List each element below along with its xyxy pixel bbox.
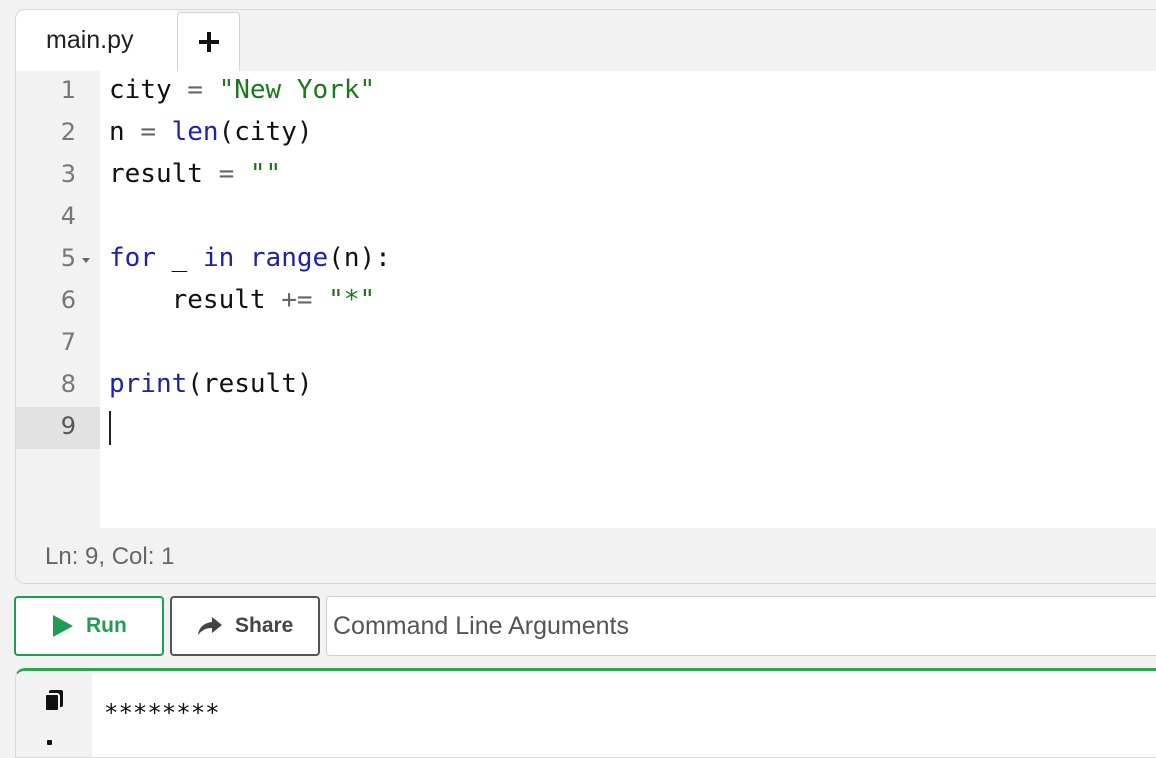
code-token: len [171, 117, 219, 147]
code-text: city = "New York" [109, 75, 375, 105]
code-line[interactable]: 4 [16, 197, 1156, 239]
code-token: result [109, 285, 282, 315]
code-token: print [109, 369, 188, 399]
code-token: = [218, 159, 235, 189]
code-text: result += "*" [109, 285, 376, 315]
code-token: for [109, 243, 156, 273]
code-line[interactable]: 3 result = "" [16, 155, 1156, 197]
output-text: ******** [104, 699, 220, 727]
line-number: 4 [60, 202, 76, 230]
code-line[interactable]: 5 for _ in range(n): [16, 239, 1156, 281]
status-bar: Ln: 9, Col: 1 [16, 528, 1156, 583]
code-text: for _ in range(n): [109, 243, 391, 273]
output-panel: ******** [15, 668, 1156, 758]
line-number: 6 [60, 286, 76, 314]
code-token: (n): [328, 243, 391, 273]
code-line[interactable]: 7 [16, 323, 1156, 365]
code-token: range [249, 243, 329, 273]
code-token: "" [249, 159, 282, 189]
code-token: in [202, 243, 235, 273]
line-number: 7 [60, 328, 76, 356]
share-button[interactable]: Share [170, 596, 320, 656]
code-line[interactable]: 2 n = len(city) [16, 113, 1156, 155]
code-line[interactable]: 8 print(result) [16, 365, 1156, 407]
line-number: 3 [60, 160, 76, 188]
command-line-arguments-input[interactable] [326, 596, 1156, 656]
code-token: result [109, 159, 219, 189]
toolbar: Run Share [14, 596, 1156, 656]
code-line[interactable]: 9 [16, 407, 1156, 449]
code-token: city [109, 75, 188, 105]
line-number: 9 [60, 412, 76, 440]
code-token: = [187, 75, 203, 105]
run-button[interactable]: Run [14, 596, 164, 656]
code-text: n = len(city) [109, 117, 313, 147]
code-text: print(result) [109, 369, 313, 399]
share-button-label: Share [235, 614, 294, 637]
code-line[interactable]: 1 city = "New York" [16, 71, 1156, 113]
code-token: (city) [218, 117, 313, 147]
code-line[interactable]: 6 result += "*" [16, 281, 1156, 323]
line-number: 8 [60, 370, 76, 398]
cursor-position: Ln: 9, Col: 1 [45, 542, 175, 570]
tab-main-py[interactable]: main.py [16, 10, 177, 71]
line-number: 1 [60, 76, 76, 104]
code-token: "*" [328, 285, 376, 315]
share-arrow-icon [198, 617, 222, 635]
tab-main-py-label: main.py [46, 26, 134, 54]
output-secondary-icon[interactable] [47, 740, 52, 745]
play-icon [53, 615, 73, 637]
code-token: _ [155, 243, 203, 273]
code-editor[interactable]: 1 city = "New York" 2 n = len(city) 3 result … [16, 71, 1156, 528]
code-token: "New York" [218, 75, 376, 105]
plus-icon [198, 32, 219, 52]
code-text: result = "" [109, 159, 281, 189]
run-button-label: Run [86, 614, 127, 637]
tab-bar: main.py [16, 10, 1156, 71]
code-token: (result) [187, 369, 313, 399]
code-token: = [140, 117, 156, 147]
editor-panel: main.py 1 city = "New York" 2 n = len(city)… [15, 9, 1156, 584]
copy-icon[interactable] [43, 689, 65, 713]
output-gutter [16, 671, 92, 757]
line-number: 5 [60, 244, 76, 272]
code-token: n [109, 117, 141, 147]
text-cursor [109, 411, 111, 445]
line-number: 2 [60, 118, 76, 146]
add-tab-button[interactable] [177, 12, 240, 71]
fold-arrow-icon[interactable] [82, 258, 90, 263]
code-token: += [281, 285, 313, 315]
